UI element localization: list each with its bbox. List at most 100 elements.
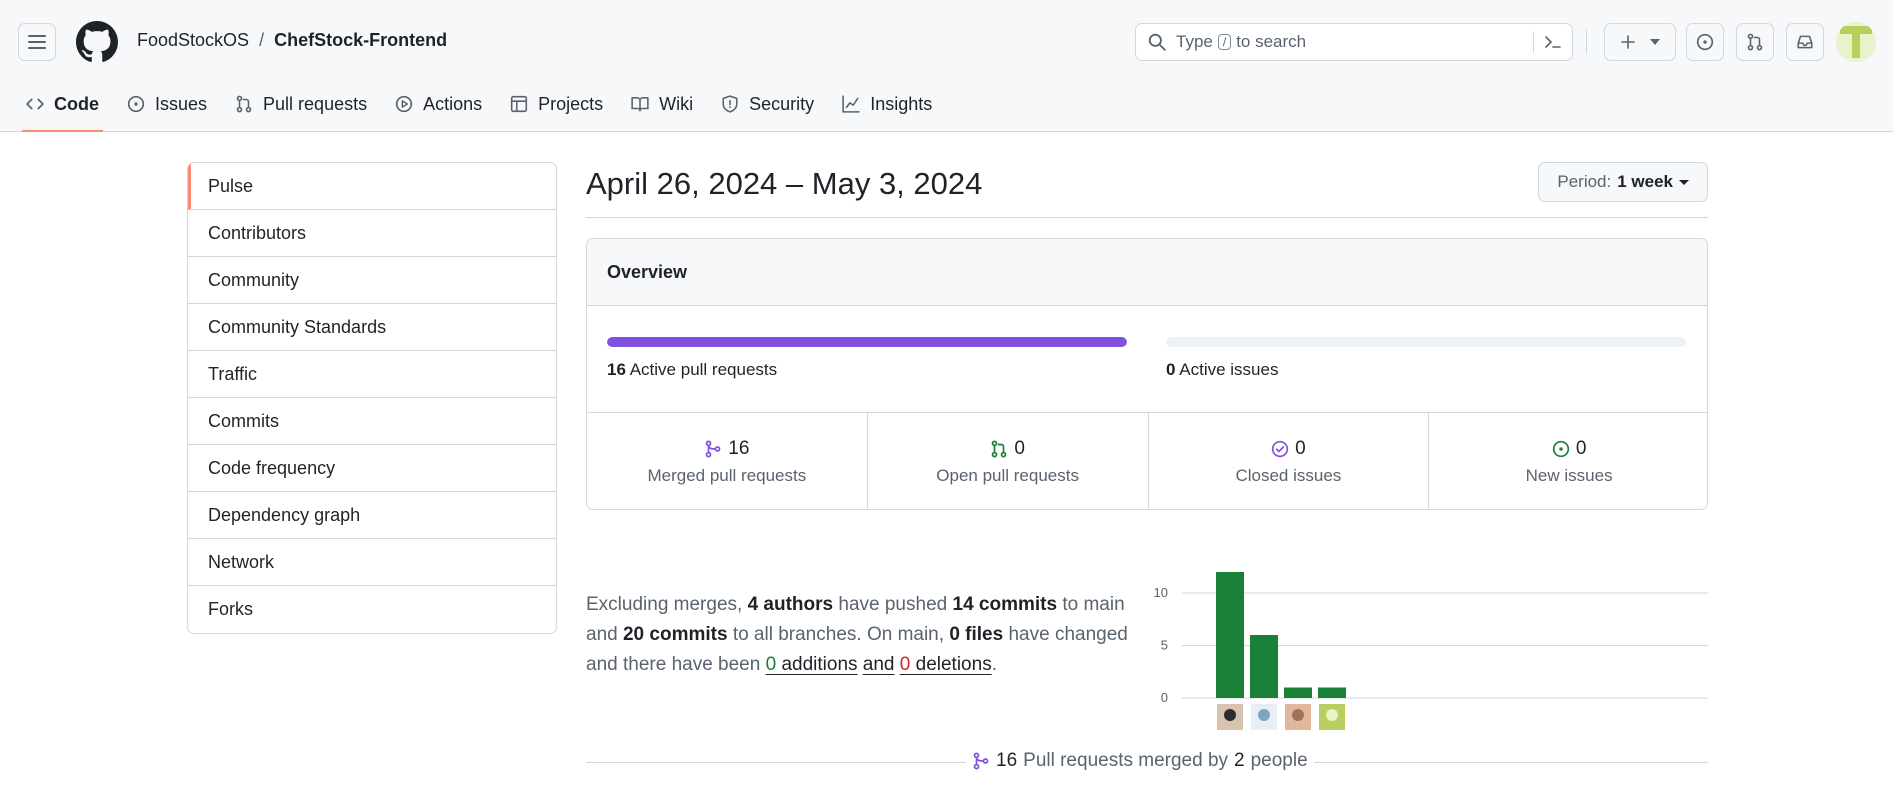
search-placeholder-suffix: to search	[1236, 32, 1307, 51]
stat-open-pull-requests[interactable]: 0 Open pull requests	[868, 413, 1149, 509]
commits-by-author-chart: 0 5 10	[1154, 572, 1708, 730]
shield-icon	[722, 95, 738, 113]
summary-authors: 4 authors	[747, 594, 834, 615]
deletions-link[interactable]: 0 deletions	[900, 654, 992, 675]
summary-text: and	[862, 654, 895, 675]
menu-button[interactable]	[18, 23, 56, 61]
play-icon	[395, 95, 413, 113]
command-palette-button[interactable]	[1533, 31, 1562, 53]
tab-wiki[interactable]: Wiki	[619, 84, 705, 124]
issues-button[interactable]	[1686, 23, 1724, 61]
tab-issues[interactable]: Issues	[115, 84, 219, 124]
stat-closed-issues[interactable]: 0 Closed issues	[1149, 413, 1430, 509]
chart-bar	[1284, 687, 1312, 698]
summary-commits-all: 20 commits	[622, 624, 728, 645]
search-icon	[1148, 33, 1166, 51]
stat-label: Merged pull requests	[647, 466, 807, 485]
page-title: April 26, 2024 – May 3, 2024	[586, 166, 983, 201]
chart-bar	[1216, 572, 1244, 698]
user-avatar[interactable]	[1836, 22, 1876, 62]
sidebar-item-pulse[interactable]: Pulse	[188, 163, 556, 210]
create-new-button[interactable]	[1604, 23, 1676, 61]
additions-count: 0	[765, 654, 777, 675]
stat-label: New issues	[1525, 466, 1613, 485]
chart-bar	[1318, 687, 1346, 698]
repo-link[interactable]: ChefStock-Frontend	[274, 30, 447, 51]
table-icon	[511, 95, 528, 113]
stat-new-issues[interactable]: 0 New issues	[1429, 413, 1707, 509]
repo-nav-tabs: Code Issues Pull requests Actions Projec…	[14, 84, 948, 132]
active-issues-link[interactable]: 0 Active issues	[1166, 360, 1278, 380]
pr-progress-fill	[607, 337, 1127, 347]
period-label: Period:	[1557, 172, 1612, 191]
issue-closed-icon	[1271, 440, 1289, 458]
contributor-avatar-icon	[1326, 709, 1338, 721]
deletions-count: 0	[899, 654, 911, 675]
sidebar-item-commits[interactable]: Commits	[188, 398, 556, 445]
contributor-avatar-icon	[1258, 709, 1270, 721]
active-pull-requests-link[interactable]: 16 Active pull requests	[607, 360, 777, 380]
pr-label: Active pull requests	[629, 360, 778, 379]
search-input[interactable]: Type / to search	[1135, 23, 1573, 61]
merged-icon	[705, 440, 721, 458]
tab-insights[interactable]: Insights	[830, 84, 944, 124]
chart-y-tick-label: 5	[1161, 638, 1168, 653]
issues-label: Active issues	[1179, 360, 1279, 379]
search-placeholder-prefix: Type	[1176, 32, 1213, 51]
tab-label: Security	[749, 93, 815, 114]
pull-requests-button[interactable]	[1736, 23, 1774, 61]
deletions-word: deletions	[910, 654, 992, 675]
period-value: 1 week	[1617, 172, 1673, 191]
sidebar-item-forks[interactable]: Forks	[188, 586, 556, 633]
sidebar-item-network[interactable]: Network	[188, 539, 556, 586]
period-dropdown[interactable]: Period: 1 week	[1538, 162, 1708, 202]
chart-y-tick-label: 10	[1154, 585, 1168, 600]
tab-label: Insights	[870, 93, 933, 114]
divider	[586, 217, 1708, 218]
sidebar-item-code-frequency[interactable]: Code frequency	[188, 445, 556, 492]
stat-label: Open pull requests	[936, 466, 1079, 485]
issue-icon	[127, 95, 145, 113]
terminal-icon	[1545, 36, 1561, 48]
tab-label: Issues	[155, 93, 208, 114]
sidebar-item-community-standards[interactable]: Community Standards	[188, 304, 556, 351]
stat-merged-pull-requests[interactable]: 16 Merged pull requests	[587, 413, 868, 509]
stat-value: 16	[728, 438, 750, 459]
pull-request-open-icon	[991, 440, 1007, 458]
sidebar-item-traffic[interactable]: Traffic	[188, 351, 556, 398]
merged-text: people	[1250, 750, 1308, 771]
tab-label: Projects	[538, 93, 604, 114]
summary-text: .	[991, 654, 997, 675]
chart-y-tick-label: 0	[1161, 690, 1168, 705]
code-icon	[26, 98, 44, 110]
summary-text: have pushed	[838, 594, 948, 615]
sidebar-item-dependency-graph[interactable]: Dependency graph	[188, 492, 556, 539]
issues-count: 0	[1166, 360, 1176, 379]
merged-count: 16	[996, 750, 1018, 771]
summary-text: Excluding merges,	[586, 594, 743, 615]
tab-code[interactable]: Code	[14, 84, 111, 132]
sidebar-item-contributors[interactable]: Contributors	[188, 210, 556, 257]
tab-pull-requests[interactable]: Pull requests	[223, 84, 379, 124]
hamburger-icon	[28, 35, 46, 49]
insights-sidebar: Pulse Contributors Community Community S…	[187, 162, 557, 634]
stat-label: Closed issues	[1235, 466, 1342, 485]
issue-opened-icon	[1696, 33, 1714, 51]
summary-commits-main: 14 commits	[952, 594, 1058, 615]
tab-security[interactable]: Security	[709, 84, 826, 124]
sidebar-item-community[interactable]: Community	[188, 257, 556, 304]
merged-pull-requests-heading: 16 Pull requests merged by 2 people	[966, 750, 1314, 772]
merged-icon	[973, 752, 989, 770]
tab-actions[interactable]: Actions	[383, 84, 494, 124]
issue-opened-icon	[1552, 440, 1569, 458]
additions-link[interactable]: 0 additions	[766, 654, 858, 675]
tab-projects[interactable]: Projects	[498, 84, 615, 124]
header-divider	[1586, 30, 1587, 54]
issues-progress-bar	[1166, 337, 1686, 347]
commit-summary: Excluding merges, 4 authors have pushed …	[586, 590, 1146, 680]
overview-title: Overview	[587, 239, 1707, 306]
github-logo-icon[interactable]	[76, 21, 118, 63]
owner-link[interactable]: FoodStockOS	[137, 30, 249, 51]
breadcrumb: FoodStockOS / ChefStock-Frontend	[137, 30, 447, 51]
inbox-button[interactable]	[1786, 23, 1824, 61]
